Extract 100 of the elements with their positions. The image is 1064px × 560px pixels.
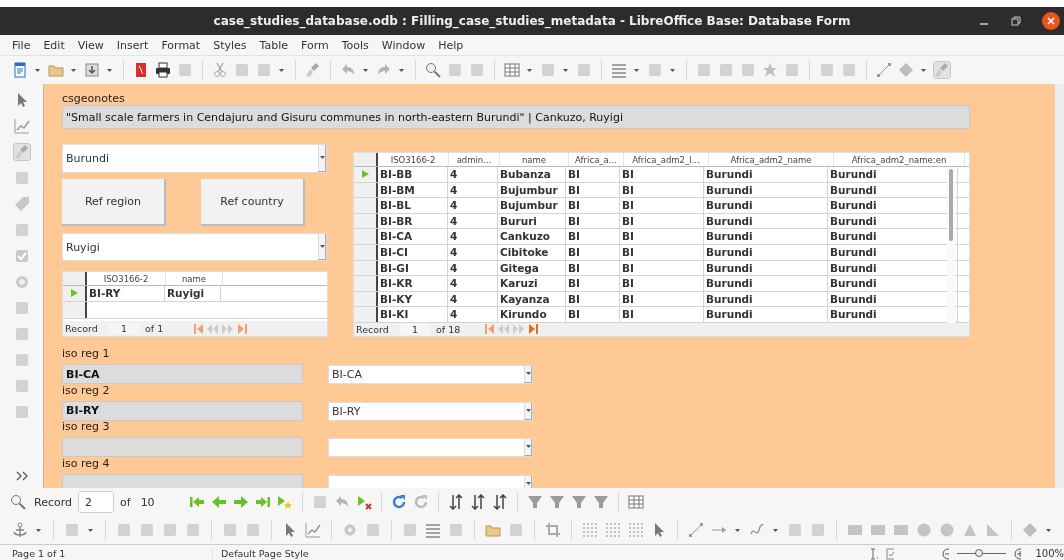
- document-icon[interactable]: [12, 62, 28, 78]
- row-header[interactable]: [354, 167, 378, 182]
- filter-icon[interactable]: [548, 494, 565, 510]
- square-icon[interactable]: [311, 494, 328, 510]
- line-icon[interactable]: [688, 522, 704, 538]
- search-icon[interactable]: [10, 494, 26, 510]
- record-position[interactable]: 1: [109, 323, 139, 334]
- rectangle-icon[interactable]: [847, 522, 863, 538]
- menu-item[interactable]: Tools: [341, 38, 369, 52]
- square-icon[interactable]: [576, 62, 592, 78]
- row-header[interactable]: [354, 276, 378, 291]
- square-icon[interactable]: [234, 62, 250, 78]
- sort-icon[interactable]: [469, 494, 486, 510]
- square-icon[interactable]: [139, 522, 155, 538]
- anchor-icon[interactable]: [12, 522, 28, 538]
- menu-item[interactable]: Form: [301, 38, 329, 52]
- filter-icon[interactable]: [592, 494, 609, 510]
- folder-icon[interactable]: [485, 522, 501, 538]
- square-icon[interactable]: [116, 522, 132, 538]
- square-icon[interactable]: [787, 522, 803, 538]
- zoom-out-icon[interactable]: [941, 547, 950, 560]
- combo-box[interactable]: BI-RY: [328, 401, 533, 421]
- square-icon[interactable]: [13, 404, 30, 420]
- text-field[interactable]: BI-CA: [62, 364, 303, 384]
- square-icon[interactable]: [13, 326, 30, 342]
- first-record-icon[interactable]: [188, 494, 205, 510]
- scrollbar[interactable]: [947, 167, 955, 323]
- tag-icon[interactable]: [13, 196, 30, 212]
- menu-item[interactable]: File: [12, 38, 31, 52]
- square-icon[interactable]: [841, 62, 857, 78]
- square-icon[interactable]: [64, 522, 80, 538]
- menu-item[interactable]: Help: [438, 38, 464, 52]
- square-icon[interactable]: [13, 300, 30, 316]
- crop-icon[interactable]: [545, 522, 561, 538]
- row-header[interactable]: [354, 198, 378, 213]
- notes-field[interactable]: "Small scale farmers in Cendajuru and Gisuru communes in north-eastern Burundi" | Cankuzo, Ruyigi: [62, 105, 970, 129]
- square-icon[interactable]: [162, 522, 178, 538]
- filter-icon[interactable]: [526, 494, 543, 510]
- record-number-field[interactable]: 2: [78, 491, 114, 513]
- square-icon[interactable]: [245, 522, 261, 538]
- square-icon[interactable]: [448, 522, 464, 538]
- menu-item[interactable]: Edit: [43, 38, 65, 52]
- line-chart-icon[interactable]: [13, 118, 30, 134]
- square-icon[interactable]: [647, 62, 663, 78]
- table-icon[interactable]: [504, 62, 520, 78]
- square-icon[interactable]: [740, 62, 756, 78]
- last-record-icon[interactable]: [254, 494, 271, 510]
- column-header[interactable]: Africa_adm2_name: [709, 153, 834, 166]
- combo-box[interactable]: [328, 438, 533, 457]
- menu-item[interactable]: Styles: [213, 38, 247, 52]
- column-header[interactable]: name: [166, 272, 223, 285]
- text-field[interactable]: [62, 473, 303, 488]
- column-header[interactable]: Africa_a...: [569, 153, 624, 166]
- square-icon[interactable]: [177, 62, 193, 78]
- new-record-icon[interactable]: [276, 494, 293, 510]
- next-icon[interactable]: [232, 494, 249, 510]
- scrollbar[interactable]: [1055, 84, 1064, 488]
- row-header[interactable]: [354, 229, 378, 244]
- menu-item[interactable]: Insert: [116, 38, 149, 52]
- close-icon[interactable]: [1042, 12, 1060, 30]
- column-header[interactable]: ISO3166-2: [87, 272, 166, 285]
- text-field[interactable]: BI-RY: [62, 400, 303, 421]
- column-header[interactable]: Africa_adm2_name:en: [834, 153, 965, 166]
- circle-icon[interactable]: [939, 522, 955, 538]
- printer-icon[interactable]: [155, 62, 171, 78]
- form-button[interactable]: Ref region: [62, 179, 166, 226]
- menu-item[interactable]: Format: [161, 38, 201, 52]
- delete-record-icon[interactable]: [355, 494, 372, 510]
- rectangle-icon[interactable]: [870, 522, 886, 538]
- diamond-icon[interactable]: [898, 62, 914, 78]
- diamond-icon[interactable]: [1022, 522, 1038, 538]
- text-field[interactable]: [62, 437, 303, 457]
- checkbox-icon[interactable]: [13, 248, 30, 264]
- square-icon[interactable]: [13, 222, 30, 238]
- square-icon[interactable]: [718, 62, 734, 78]
- square-icon[interactable]: [13, 378, 30, 394]
- row-header[interactable]: [63, 286, 87, 301]
- square-icon[interactable]: [256, 62, 272, 78]
- list-icon[interactable]: [425, 522, 441, 538]
- square-icon[interactable]: [469, 62, 485, 78]
- country-combo-box[interactable]: Burundi: [62, 144, 327, 173]
- refresh-icon[interactable]: [390, 494, 407, 510]
- combo-box[interactable]: [328, 474, 533, 488]
- column-header[interactable]: Africa_adm2_l...: [624, 153, 709, 166]
- download-icon[interactable]: [84, 62, 100, 78]
- folder-icon[interactable]: [48, 62, 64, 78]
- scissors-icon[interactable]: [212, 62, 228, 78]
- sort-icon[interactable]: [447, 494, 464, 510]
- square-icon[interactable]: [819, 62, 835, 78]
- filter-icon[interactable]: [570, 494, 587, 510]
- refresh-icon[interactable]: [412, 494, 429, 510]
- square-icon[interactable]: [810, 522, 826, 538]
- brush-icon[interactable]: [305, 62, 321, 78]
- record-position[interactable]: 1: [400, 323, 430, 335]
- square-icon[interactable]: [508, 522, 524, 538]
- region-combo-box[interactable]: Ruyigi: [62, 233, 327, 261]
- table-icon[interactable]: [627, 494, 644, 510]
- column-header[interactable]: name: [500, 153, 569, 166]
- corner-cell[interactable]: [354, 153, 378, 166]
- square-icon[interactable]: [185, 522, 201, 538]
